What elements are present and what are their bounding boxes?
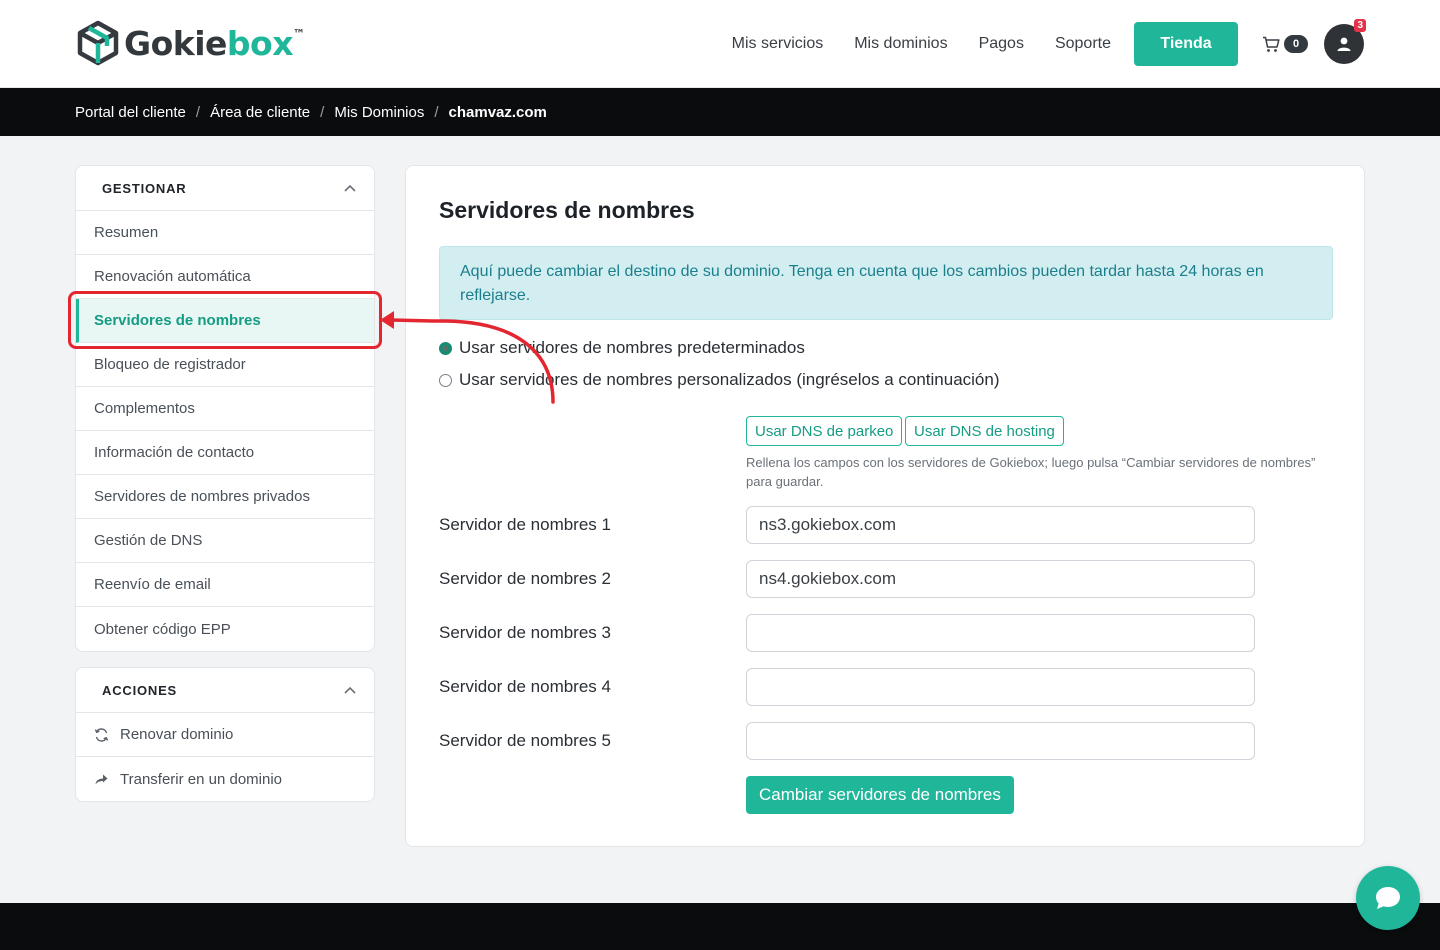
sidebar-item-informacion-contacto[interactable]: Información de contacto [76,431,374,475]
breadcrumb-item-portal[interactable]: Portal del cliente [75,104,186,121]
change-nameservers-button[interactable]: Cambiar servidores de nombres [746,776,1014,814]
sidebar-item-renovacion-automatica[interactable]: Renovación automática [76,255,374,299]
breadcrumb-item-current: chamvaz.com [448,103,547,121]
ns1-label: Servidor de nombres 1 [439,515,611,534]
ns3-input[interactable] [746,614,1255,652]
share-icon [94,773,110,786]
ns3-label: Servidor de nombres 3 [439,623,611,642]
site-footer [0,903,1440,950]
nav-pagos[interactable]: Pagos [979,35,1024,53]
breadcrumb-separator: / [434,103,439,121]
user-menu-button[interactable]: 3 [1324,19,1366,64]
sidebar-item-reenvio-email[interactable]: Reenvío de email [76,563,374,607]
store-button[interactable]: Tienda [1134,22,1238,66]
ns2-label: Servidor de nombres 2 [439,569,611,588]
chevron-up-icon [344,184,356,192]
radio-default-nameservers[interactable]: Usar servidores de nombres predeterminad… [439,338,805,358]
cart-button[interactable]: 0 [1262,35,1308,53]
info-alert: Aquí puede cambiar el destino de su domi… [439,246,1333,320]
main-nav: Mis servicios Mis dominios Pagos Soporte… [732,19,1366,66]
breadcrumb-separator: / [195,103,201,121]
breadcrumb-item-area-cliente[interactable]: Área de cliente [210,104,310,121]
chevron-up-icon [344,686,356,694]
actions-panel-header[interactable]: ACCIONES [76,668,374,713]
nav-mis-servicios[interactable]: Mis servicios [732,35,824,53]
radio-custom-control[interactable] [439,373,452,387]
sidebar-item-servidores-privados[interactable]: Servidores de nombres privados [76,475,374,519]
cart-icon [1263,36,1280,52]
chat-bubble-icon [1376,887,1400,909]
cart-count-badge: 0 [1284,35,1308,53]
breadcrumb-item-mis-dominios[interactable]: Mis Dominios [334,104,424,121]
ns4-input[interactable] [746,668,1255,706]
ns4-label: Servidor de nombres 4 [439,677,611,696]
sidebar-item-servidores-de-nombres[interactable]: Servidores de nombres [76,299,374,343]
ns5-input[interactable] [746,722,1255,760]
page-title: Servidores de nombres [439,197,695,223]
ns2-input[interactable]: ns4.gokiebox.com [746,560,1255,598]
breadcrumb-separator: / [320,103,325,121]
actions-panel-title: ACCIONES [102,682,178,698]
action-transferir-label: Transferir en un dominio [120,770,283,788]
sidebar-item-complementos[interactable]: Complementos [76,387,374,431]
radio-default-control[interactable] [439,341,452,355]
action-transferir-dominio[interactable]: Transferir en un dominio [76,757,374,801]
nav-soporte[interactable]: Soporte [1055,35,1111,53]
radio-default-label: Usar servidores de nombres predeterminad… [459,338,805,357]
action-renovar-dominio[interactable]: Renovar dominio [76,713,374,757]
site-header: Gokiebox™ Mis servicios Mis dominios Pag… [0,0,1440,88]
nameservers-card: Servidores de nombres Aquí puede cambiar… [405,165,1365,847]
chat-widget-button[interactable] [1356,866,1420,930]
manage-panel-title: GESTIONAR [102,180,187,196]
action-renovar-label: Renovar dominio [120,726,234,743]
nav-mis-dominios[interactable]: Mis dominios [854,35,947,53]
use-hosting-dns-button[interactable]: Usar DNS de hosting [905,416,1064,446]
radio-custom-nameservers[interactable]: Usar servidores de nombres personalizado… [439,370,1000,390]
sidebar-item-codigo-epp[interactable]: Obtener código EPP [76,607,374,651]
refresh-icon [94,727,110,742]
sidebar-item-bloqueo-registrador[interactable]: Bloqueo de registrador [76,343,374,387]
actions-panel: ACCIONES Renovar dominio Transferir en u… [75,667,375,802]
brand-logo[interactable]: Gokiebox™ [75,20,305,66]
sidebar-item-resumen[interactable]: Resumen [76,211,374,255]
box-logo-icon [77,20,119,66]
radio-custom-label: Usar servidores de nombres personalizado… [459,370,1000,389]
manage-panel: GESTIONAR Resumen Renovación automática … [75,165,375,652]
brand-wordmark: Gokiebox™ [124,23,305,63]
help-text: Rellena los campos con los servidores de… [746,455,1316,489]
ns1-input[interactable]: ns3.gokiebox.com [746,506,1255,544]
user-icon [1337,37,1351,51]
breadcrumb: Portal del cliente / Área de cliente / M… [0,88,1440,136]
use-parking-dns-button[interactable]: Usar DNS de parkeo [746,416,903,446]
sidebar-item-gestion-dns[interactable]: Gestión de DNS [76,519,374,563]
notification-badge: 3 [1354,19,1366,32]
manage-panel-header[interactable]: GESTIONAR [76,166,374,211]
ns5-label: Servidor de nombres 5 [439,731,611,750]
